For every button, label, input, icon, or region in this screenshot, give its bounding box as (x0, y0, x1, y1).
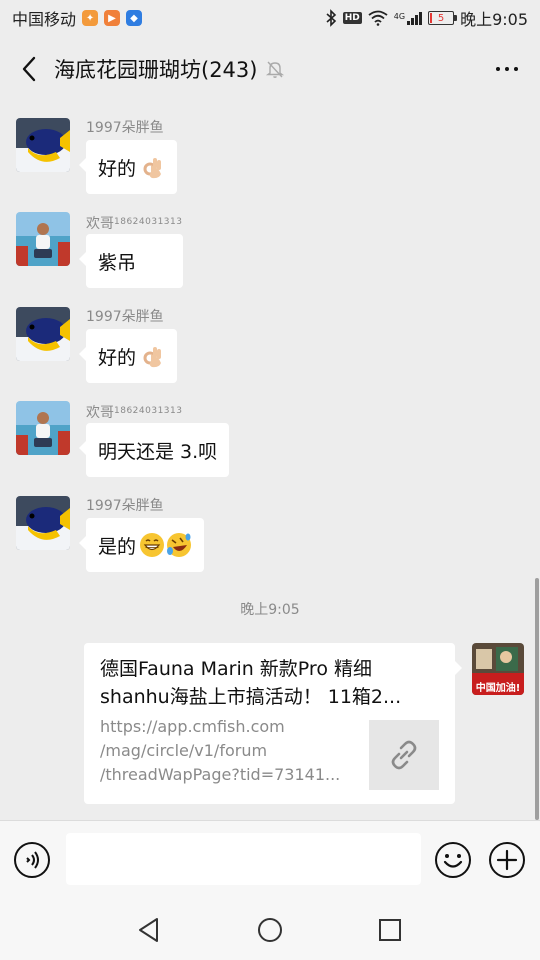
back-button[interactable] (14, 49, 44, 89)
message-item: 欢哥18624031313 紫吊 (16, 212, 183, 288)
smiley-icon (435, 842, 471, 878)
grinning-emoji-icon (140, 533, 165, 557)
sender-name: 欢哥18624031313 (86, 401, 229, 421)
message-item: 1997朵胖鱼 是的 (16, 496, 205, 572)
status-bar: 中国移动 ✦ ▶ ◆ HD 4G 5 晚上9:05 (0, 0, 540, 36)
my-avatar[interactable]: 中国加油! (472, 643, 524, 695)
message-text: 明天还是 3.呗 (98, 440, 218, 463)
square-recents-icon (379, 919, 401, 941)
emoji-picker-button[interactable] (434, 841, 472, 879)
link-url: https://app.cmfish.com /mag/circle/v1/fo… (100, 715, 356, 787)
chat-scrollbar[interactable] (535, 578, 539, 820)
wifi-icon (368, 10, 388, 26)
more-actions-button[interactable] (488, 841, 526, 879)
dot-icon (496, 67, 500, 71)
ok-hand-emoji-icon (143, 158, 162, 179)
message-bubble[interactable]: 明天还是 3.呗 (78, 423, 230, 477)
message-item: 1997朵胖鱼 好的 (16, 307, 178, 383)
shared-link-card[interactable]: 德国Fauna Marin 新款Pro 精细 shanhu海盐上市搞活动！ 11… (84, 643, 462, 804)
sender-name: 1997朵胖鱼 (86, 309, 164, 325)
message-text: 是的 (98, 535, 137, 558)
link-title-line: shanhu海盐上市搞活动！ 11箱2... (100, 686, 402, 708)
more-options-button[interactable] (488, 57, 526, 81)
link-url-line: /mag/circle/v1/forum (100, 741, 268, 760)
message-text: 好的 (98, 157, 137, 180)
sender-name-text: 欢哥 (86, 216, 114, 232)
message-bubble[interactable]: 好的 (78, 329, 178, 383)
nav-recents-button[interactable] (372, 912, 408, 948)
cell-signal-icon: 4G (393, 11, 423, 25)
sender-phone: 18624031313 (114, 406, 183, 416)
hd-badge: HD (342, 12, 362, 24)
chat-header: 海底花园珊瑚坊(243) (0, 36, 540, 102)
chat-messages[interactable]: 1997朵胖鱼 好的 欢哥18624031313 紫吊 1997朵胖鱼 好的 欢… (0, 102, 540, 820)
chat-title: 海底花园珊瑚坊(243) (54, 58, 258, 82)
mute-bell-icon (265, 59, 285, 79)
link-icon (391, 740, 417, 770)
message-item: 欢哥18624031313 明天还是 3.呗 (16, 401, 230, 477)
link-title-line: 德国Fauna Marin 新款Pro 精细 (100, 658, 372, 680)
voice-icon (14, 842, 50, 878)
dot-icon (514, 67, 518, 71)
triangle-back-icon (139, 918, 158, 942)
sender-phone: 18624031313 (114, 217, 183, 227)
message-input[interactable] (66, 833, 421, 885)
dot-icon (505, 67, 509, 71)
sender-name: 欢哥18624031313 (86, 212, 183, 232)
message-bubble[interactable]: 是的 (78, 518, 205, 572)
sender-name: 1997朵胖鱼 (86, 498, 164, 514)
battery-level-fill (430, 13, 433, 23)
link-thumbnail (369, 720, 439, 790)
voice-input-button[interactable] (13, 841, 51, 879)
avatar-caption: 中国加油! (475, 683, 521, 694)
avatar-fish[interactable] (16, 307, 70, 361)
system-navigation-bar (0, 900, 540, 960)
battery-level: 5 (437, 12, 445, 24)
chevron-left-icon (22, 56, 36, 82)
rolling-laughing-emoji-icon (167, 533, 192, 557)
network-type-label: 4G (393, 11, 406, 21)
nav-home-button[interactable] (252, 912, 288, 948)
carrier-label: 中国移动 (12, 10, 77, 29)
message-timestamp: 晚上9:05 (240, 602, 300, 618)
sender-name-text: 欢哥 (86, 405, 114, 421)
message-bubble[interactable]: 紫吊 (79, 234, 183, 288)
circle-home-icon (258, 918, 282, 942)
message-text: 好的 (98, 346, 137, 369)
avatar-fish[interactable] (16, 496, 70, 550)
clock: 晚上9:05 (460, 10, 528, 29)
sender-name: 1997朵胖鱼 (86, 120, 164, 136)
plus-icon (489, 842, 525, 878)
video-app-icon: ▶ (104, 10, 121, 26)
shield-app-icon: ◆ (126, 10, 143, 26)
nav-back-button[interactable] (131, 912, 167, 948)
message-bubble[interactable]: 好的 (78, 140, 178, 194)
battery-icon: 5 (428, 11, 458, 25)
avatar-person[interactable] (16, 212, 70, 266)
message-text: 紫吊 (98, 251, 137, 274)
message-item: 1997朵胖鱼 好的 (16, 118, 178, 194)
link-title: 德国Fauna Marin 新款Pro 精细 shanhu海盐上市搞活动！ 11… (100, 655, 439, 711)
app-notification-icon: ✦ (82, 10, 99, 26)
message-input-bar (0, 820, 540, 900)
link-url-line: https://app.cmfish.com (100, 717, 285, 736)
ok-hand-emoji-icon (143, 347, 162, 368)
link-url-line: /threadWapPage?tid=73141... (100, 765, 341, 784)
avatar-fish[interactable] (16, 118, 70, 172)
bluetooth-icon (326, 9, 336, 27)
avatar-person[interactable] (16, 401, 70, 455)
